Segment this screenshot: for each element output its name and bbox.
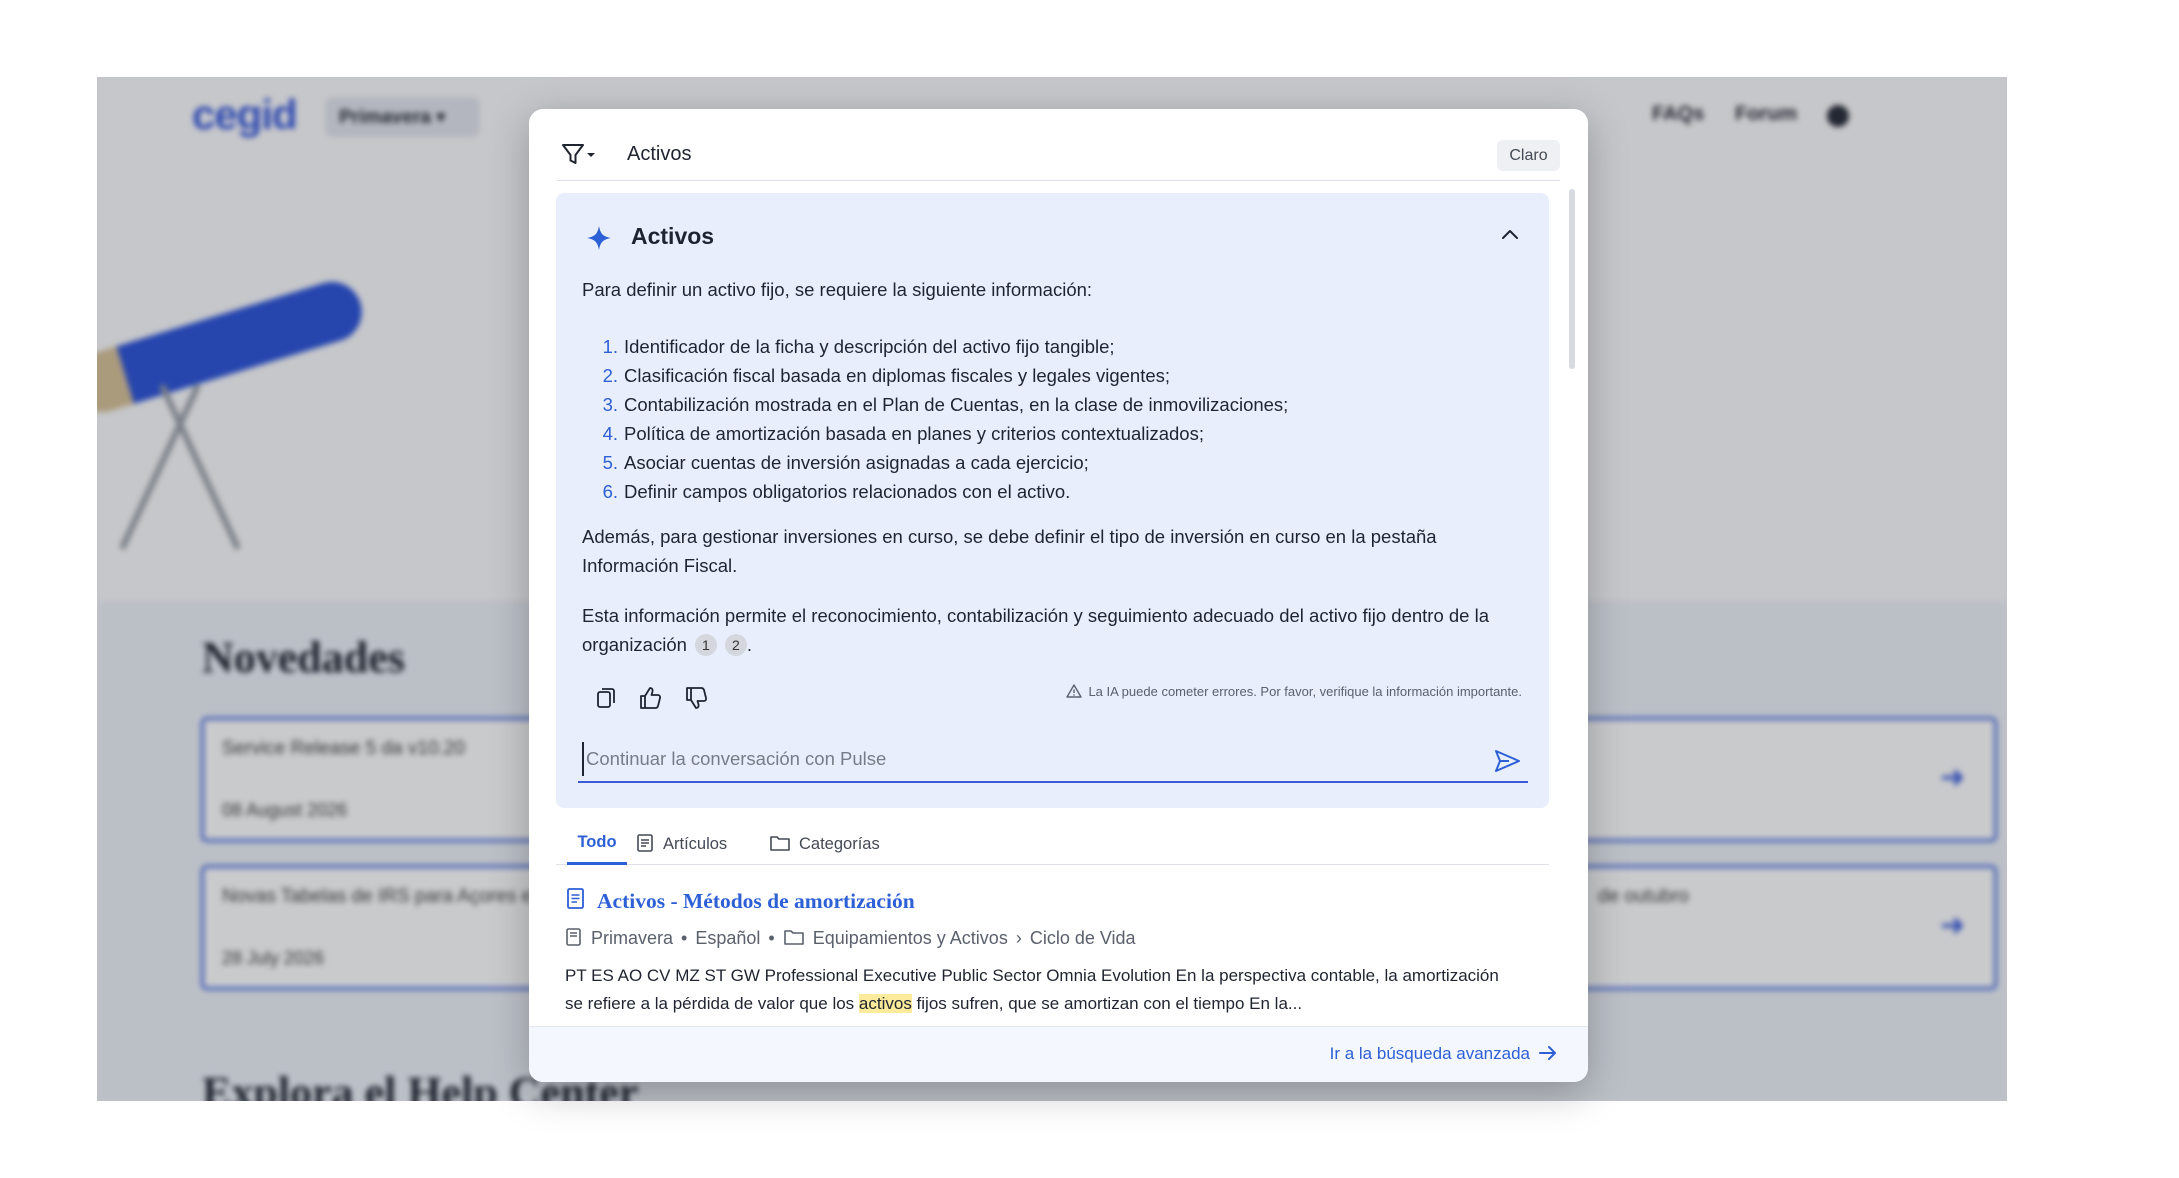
citation-badge[interactable]: 1 bbox=[694, 634, 717, 656]
ai-answer-panel: Activos Para definir un activo fijo, se … bbox=[556, 193, 1549, 808]
ai-answer-list: 1. Identificador de la ficha y descripció… bbox=[582, 332, 1522, 506]
result-meta: Primavera • Español • Equipamientos y Activ… bbox=[565, 927, 1555, 949]
tab-articulos[interactable]: Artículos bbox=[635, 821, 727, 865]
thumbs-up-icon bbox=[640, 687, 662, 709]
copy-icon bbox=[597, 688, 615, 708]
citation-badge[interactable]: 2 bbox=[724, 634, 747, 656]
ai-answer-paragraph: Además, para gestionar inversiones en cu… bbox=[582, 526, 1437, 576]
scrollbar[interactable] bbox=[1569, 189, 1575, 369]
folder-icon bbox=[770, 836, 790, 851]
tab-categorias[interactable]: Categorías bbox=[769, 821, 880, 865]
document-icon bbox=[567, 888, 584, 909]
result-category: Equipamientos y Activos bbox=[812, 928, 1008, 948]
search-modal: Claro Activos Para definir un activo fij… bbox=[529, 109, 1588, 1082]
search-highlight: activos bbox=[858, 994, 912, 1013]
list-item: 3. Contabilización mostrada en el Plan de… bbox=[602, 394, 1289, 415]
filter-icon bbox=[562, 144, 595, 164]
search-result: Activos - Métodos de amortización Primav… bbox=[565, 887, 1555, 1018]
document-icon bbox=[637, 834, 653, 852]
collapse-button[interactable] bbox=[1496, 221, 1524, 249]
ai-disclaimer: La IA puede cometer errores. Por favor, … bbox=[1066, 683, 1522, 699]
list-item: 1. Identificador de la ficha y descripció… bbox=[602, 336, 1115, 357]
modal-footer: Ir a la búsqueda avanzada bbox=[529, 1026, 1588, 1082]
advanced-search-link[interactable]: Ir a la búsqueda avanzada bbox=[1330, 1044, 1558, 1064]
result-subcategory: Ciclo de Vida bbox=[1029, 928, 1136, 948]
chat-input[interactable] bbox=[582, 742, 1462, 776]
chevron-right-icon: › bbox=[1015, 928, 1022, 948]
ai-answer-paragraph: Esta información permite el reconocimien… bbox=[582, 605, 1490, 656]
list-item: 4. Política de amortización basada en pla… bbox=[602, 423, 1204, 444]
warning-icon bbox=[1066, 684, 1083, 698]
book-icon bbox=[566, 928, 581, 946]
ai-answer-intro: Para definir un activo fijo, se requiere… bbox=[582, 279, 1093, 300]
chat-input-row bbox=[578, 738, 1528, 783]
ai-answer-title: Activos bbox=[631, 223, 715, 249]
list-item: 5. Asociar cuentas de inversión asignadas… bbox=[602, 452, 1089, 473]
result-product: Primavera bbox=[591, 928, 674, 948]
result-language: Español bbox=[695, 928, 761, 948]
thumbs-up-button[interactable] bbox=[635, 683, 665, 713]
search-input[interactable] bbox=[627, 135, 1427, 173]
send-button[interactable] bbox=[1492, 746, 1522, 776]
list-item: 6. Definir campos obligatorios relacionad… bbox=[602, 481, 1071, 502]
search-bar: Claro bbox=[557, 129, 1560, 181]
list-item: 2. Clasificación fiscal basada en diploma… bbox=[602, 365, 1171, 386]
send-icon bbox=[1495, 750, 1520, 772]
chevron-up-icon bbox=[1502, 230, 1518, 239]
tab-todo[interactable]: Todo bbox=[567, 821, 627, 865]
results-tabs: Todo Artículos Categorías bbox=[556, 821, 1549, 865]
result-title-link[interactable]: Activos - Métodos de amortización bbox=[565, 887, 1555, 914]
thumbs-down-button[interactable] bbox=[681, 683, 711, 713]
thumbs-down-icon bbox=[686, 687, 708, 709]
clear-button[interactable]: Claro bbox=[1497, 140, 1560, 171]
folder-icon bbox=[783, 930, 804, 945]
sparkle-icon bbox=[587, 226, 611, 250]
result-snippet: PT ES AO CV MZ ST GW Professional Execut… bbox=[565, 966, 1499, 1013]
arrow-right-icon bbox=[1539, 1046, 1556, 1060]
copy-button[interactable] bbox=[589, 683, 619, 713]
filter-button[interactable] bbox=[557, 137, 599, 171]
